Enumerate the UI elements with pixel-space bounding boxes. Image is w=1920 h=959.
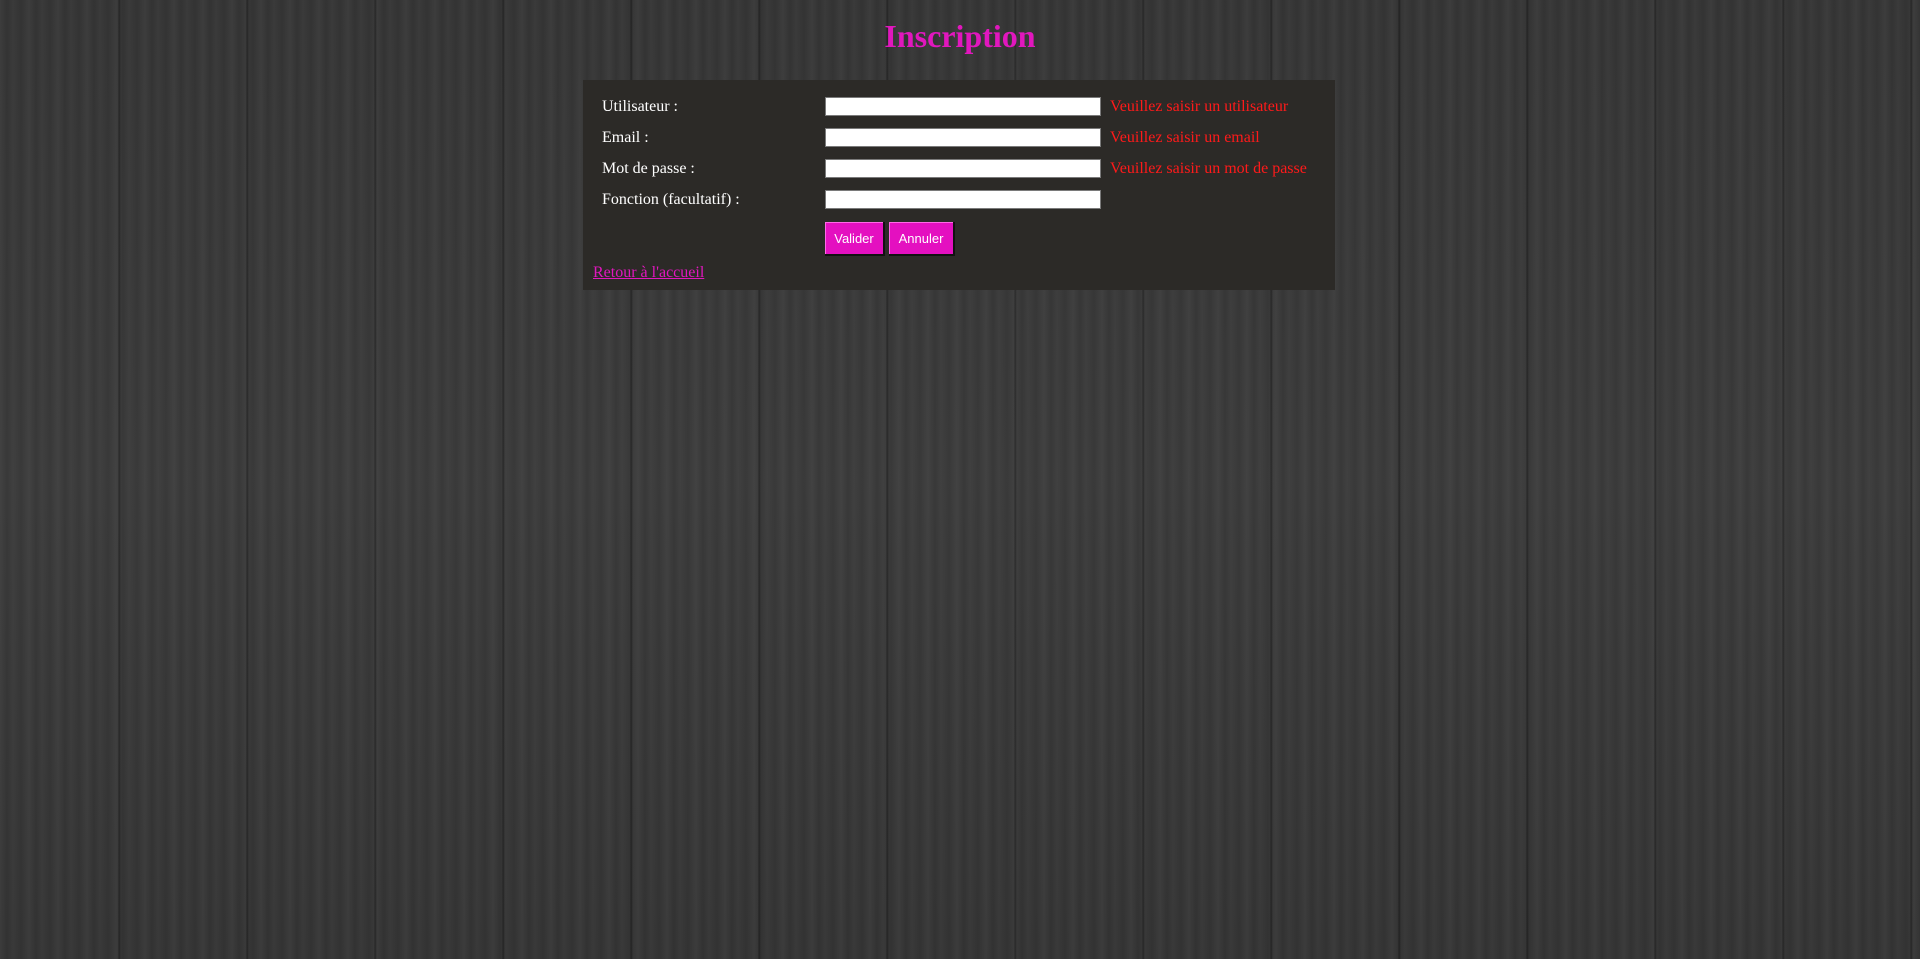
page-title: Inscription <box>884 18 1036 54</box>
form-row-password: Mot de passe : Veuillez saisir un mot de… <box>583 159 1335 183</box>
registration-form: Utilisateur : Veuillez saisir un utilisa… <box>583 80 1335 290</box>
email-label: Email : <box>602 129 649 146</box>
email-input[interactable] <box>825 128 1101 147</box>
email-error: Veuillez saisir un email <box>1110 129 1260 146</box>
function-input[interactable] <box>825 190 1101 209</box>
username-input[interactable] <box>825 97 1101 116</box>
form-row-email: Email : Veuillez saisir un email <box>583 128 1335 152</box>
form-row-username: Utilisateur : Veuillez saisir un utilisa… <box>583 97 1335 121</box>
submit-button[interactable]: Valider <box>825 222 885 256</box>
form-row-function: Fonction (facultatif) : <box>583 190 1335 214</box>
password-error: Veuillez saisir un mot de passe <box>1110 160 1307 177</box>
password-input[interactable] <box>825 159 1101 178</box>
username-error: Veuillez saisir un utilisateur <box>1110 98 1289 115</box>
back-home-link[interactable]: Retour à l'accueil <box>593 264 704 282</box>
password-label: Mot de passe : <box>602 160 695 177</box>
username-label: Utilisateur : <box>602 98 678 115</box>
cancel-button[interactable]: Annuler <box>889 222 955 256</box>
function-label: Fonction (facultatif) : <box>602 191 740 208</box>
